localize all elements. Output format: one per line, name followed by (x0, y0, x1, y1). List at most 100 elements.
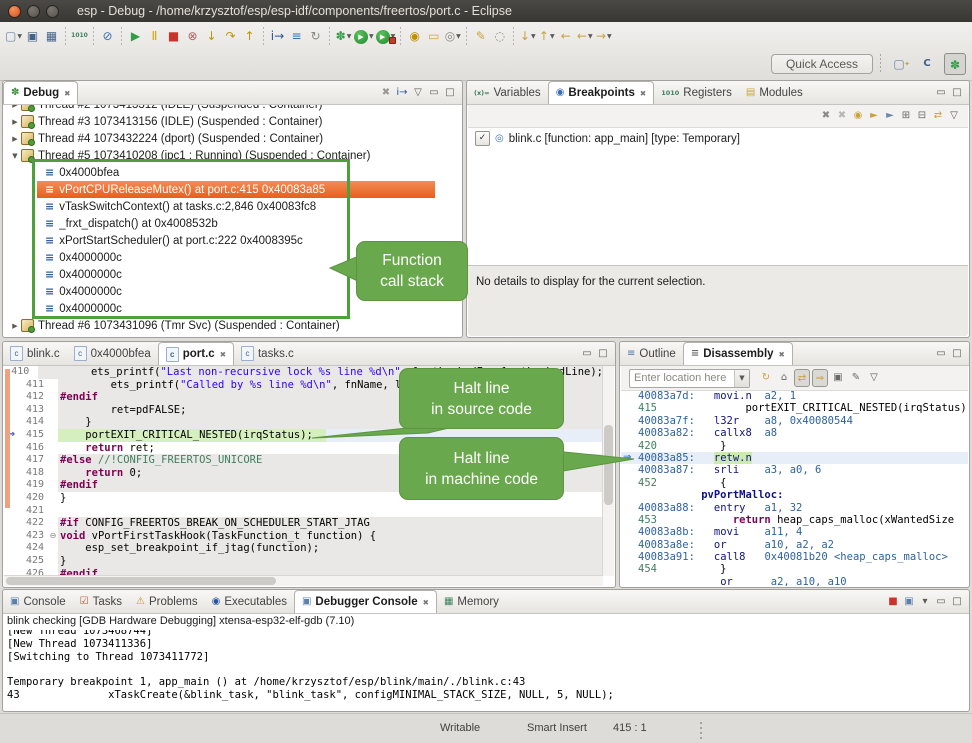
stack-frame-row[interactable]: ≡xPortStartScheduler() at port.c:222 0x4… (37, 232, 461, 249)
breakpoint-list-item[interactable]: ✓◎blink.c [function: app_main] [type: Te… (475, 131, 740, 146)
disconnect-button[interactable]: ⊗ (183, 26, 202, 46)
goto-breakpoint-file-button[interactable]: ► (866, 107, 882, 125)
display-console-button[interactable]: ▣ (901, 593, 917, 611)
code-line[interactable]: 425} (4, 555, 603, 568)
editor-tab-0x4000bfea[interactable]: c0x4000bfea (67, 342, 158, 365)
skip-all-breakpoints-button[interactable]: ⊘ (98, 26, 117, 46)
stack-frame-row[interactable]: ≡0x4000000c (37, 283, 461, 300)
code-line[interactable]: 420} (4, 492, 603, 505)
code-line[interactable]: 411 ets_printf("Called by %s line %d\n",… (4, 379, 603, 392)
disassembly-line[interactable]: 420 } (621, 440, 968, 452)
disassembly-line[interactable]: 40083a91: call8 0x40081b20 <heap_caps_ma… (621, 551, 968, 563)
debug-button[interactable]: ✽▼ (334, 26, 353, 46)
use-step-filters-button[interactable]: ≡ (287, 26, 306, 46)
disassembly-line[interactable]: 415 portEXIT_CRITICAL_NESTED(irqStatus) (621, 402, 968, 414)
debug-perspective-button[interactable]: ✽ (944, 53, 966, 75)
editor-horizontal-scrollbar[interactable] (4, 575, 603, 586)
source-code-area[interactable]: 410 ets_printf("Last non-recursive lock … (4, 366, 603, 576)
tree-twisty-icon[interactable]: ▼ (10, 152, 20, 160)
remove-all-terminated-button[interactable]: ✖ (378, 84, 394, 102)
last-edit-location-button[interactable]: ↓▼ (518, 26, 537, 46)
track-expression-toggle[interactable]: ⇒ (812, 369, 828, 387)
link-with-debug-button[interactable]: ⇄ (930, 107, 946, 125)
tab-problems[interactable]: ⚠Problems (129, 590, 205, 613)
stack-frame-row[interactable]: ≡0x4000bfea (37, 164, 461, 181)
close-tab-icon[interactable]: ✖ (220, 350, 226, 359)
code-line[interactable]: 424 esp_set_breakpoint_if_jtag(function)… (4, 542, 603, 555)
disassembly-line[interactable]: 40083a88: entry a1, 32 (621, 502, 968, 514)
stack-frame-row[interactable]: ≡0x4000000c (37, 266, 461, 283)
maximize-button[interactable]: □ (949, 593, 965, 611)
minimize-button[interactable]: ▭ (579, 345, 595, 363)
new-wizard-button[interactable]: ▢▼ (4, 26, 23, 46)
step-return-button[interactable]: ↑ (240, 26, 259, 46)
remove-breakpoint-button[interactable]: ✖ (818, 107, 834, 125)
external-tools-button[interactable]: ▶▼ (375, 26, 397, 46)
collapse-all-button[interactable]: ⊟ (914, 107, 930, 125)
pin-view-button[interactable]: ✎ (848, 369, 864, 387)
refresh-icon[interactable]: ↻ (758, 369, 774, 387)
quick-access-button[interactable]: Quick Access (771, 54, 873, 74)
save-button[interactable]: ▣ (23, 26, 42, 46)
tab-debugger-console[interactable]: ▣Debugger Console✖ (294, 590, 437, 613)
tab-breakpoints[interactable]: ◉Breakpoints✖ (548, 81, 655, 104)
disassembly-code-area[interactable]: 40083a7d: movi.n a2, 1415 portEXIT_CRITI… (621, 390, 968, 586)
code-line[interactable]: 417#else //!CONFIG_FREERTOS_UNICORE (4, 454, 603, 467)
tab-variables[interactable]: (x)=Variables (467, 81, 548, 104)
maximize-button[interactable]: □ (442, 84, 458, 102)
fold-marker-icon[interactable]: ⊖ (48, 530, 58, 543)
instruction-stepping-toggle[interactable]: i→ (394, 84, 410, 102)
annotation-navigation-button[interactable]: ◌ (490, 26, 509, 46)
tab-console[interactable]: ▣Console (3, 590, 73, 613)
step-over-button[interactable]: ↷ (221, 26, 240, 46)
tab-registers[interactable]: 1010Registers (654, 81, 739, 104)
registers-view-button[interactable]: 1010 (70, 26, 89, 46)
close-button[interactable] (8, 5, 21, 18)
home-icon[interactable]: ⌂ (776, 369, 792, 387)
new-disassembly-view-button[interactable]: ▣ (830, 369, 846, 387)
code-line[interactable]: 421 (4, 505, 603, 518)
disassembly-line[interactable]: 40083a8b: movi a11, 4 (621, 526, 968, 538)
tab-executables[interactable]: ◉Executables (205, 590, 294, 613)
disassembly-line[interactable]: or a2, a10, a10 (621, 576, 968, 586)
select-breakpoint-button[interactable]: ► (882, 107, 898, 125)
code-line[interactable]: 419#endif (4, 479, 603, 492)
combo-dropdown-icon[interactable]: ▼ (734, 370, 749, 387)
code-line[interactable]: 413 ret=pdFALSE; (4, 404, 603, 417)
close-tab-icon[interactable]: ✖ (64, 89, 70, 98)
minimize-button[interactable]: ▭ (933, 84, 949, 102)
suspend-button[interactable]: Ⅱ (145, 26, 164, 46)
expand-all-button[interactable]: ⊞ (898, 107, 914, 125)
sync-context-toggle[interactable]: ⇄ (794, 369, 810, 387)
tree-twisty-icon[interactable]: ▶ (10, 135, 20, 143)
maximize-button[interactable]: □ (595, 345, 611, 363)
disassembly-line[interactable]: 454 } (621, 563, 968, 575)
instruction-stepping-button[interactable]: i→ (268, 26, 287, 46)
open-element-button[interactable]: ▭ (424, 26, 443, 46)
code-line[interactable]: 412#endif (4, 391, 603, 404)
code-line[interactable]: 416 return ret; (4, 442, 603, 455)
code-line[interactable]: 414 } (4, 416, 603, 429)
maximize-button[interactable]: □ (949, 345, 965, 363)
terminate-button[interactable]: ■ (164, 26, 183, 46)
maximize-window-button[interactable] (46, 5, 59, 18)
disassembly-line[interactable]: 452 { (621, 477, 968, 489)
close-tab-icon[interactable]: ✖ (423, 598, 429, 607)
minimize-button[interactable]: ▭ (426, 84, 442, 102)
code-line[interactable]: 423⊖void vPortFirstTaskHook(TaskFunction… (4, 530, 603, 543)
maximize-button[interactable]: □ (949, 84, 965, 102)
disassembly-line[interactable]: 40083a7d: movi.n a2, 1 (621, 390, 968, 402)
thread-row[interactable]: ▶Thread #4 1073432224 (dport) (Suspended… (4, 130, 461, 147)
view-menu-button[interactable]: ▽ (946, 107, 962, 125)
thread-row[interactable]: ▶Thread #6 1073431096 (Tmr Svc) (Suspend… (4, 317, 461, 334)
tab-outline[interactable]: ≡Outline (620, 342, 683, 365)
tab-memory[interactable]: ▦Memory (437, 590, 506, 613)
back-history-button[interactable]: ←▼ (575, 26, 594, 46)
disassembly-line[interactable]: pvPortMalloc: (621, 489, 968, 501)
stack-frame-row[interactable]: ≡vTaskSwitchContext() at tasks.c:2,846 0… (37, 198, 461, 215)
remove-all-breakpoints-button[interactable]: ✖ (834, 107, 850, 125)
search-button[interactable]: ◎▼ (443, 26, 462, 46)
restart-button[interactable]: ↻ (306, 26, 325, 46)
stack-frame-row[interactable]: ≡0x4000000c (37, 300, 461, 317)
back-arrow-button[interactable]: ← (556, 26, 575, 46)
